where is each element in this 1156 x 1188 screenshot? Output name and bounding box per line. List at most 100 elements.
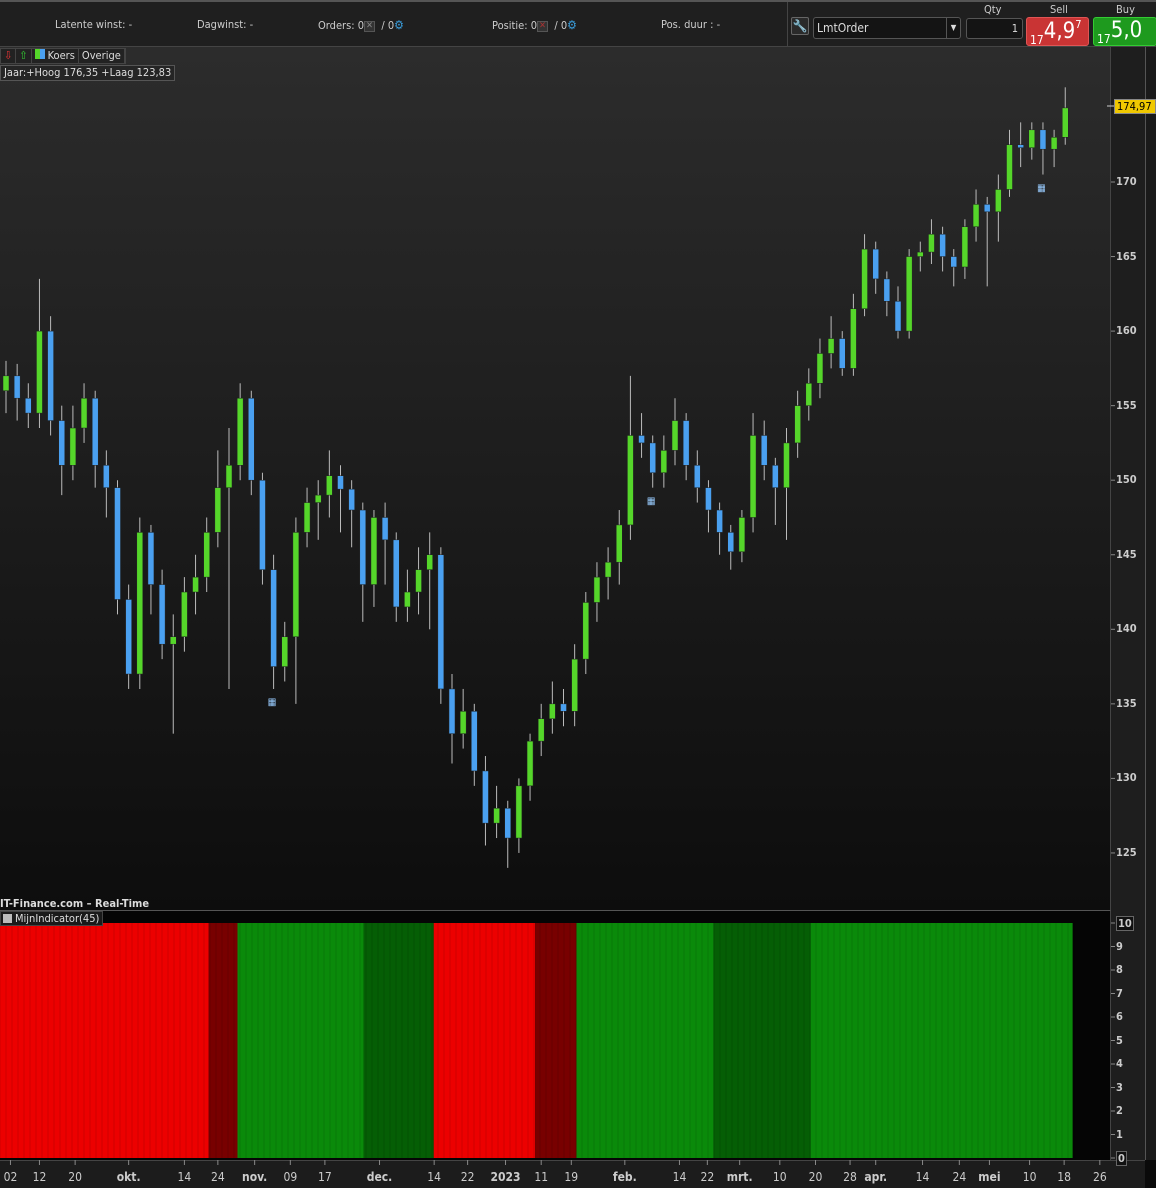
candle-down [471,711,478,772]
candle-down [872,248,879,280]
candle-down [560,703,567,712]
legend-koers[interactable]: Koers [32,49,79,63]
candle-up [203,532,210,578]
candle-down [337,475,344,490]
candle-down [649,442,656,473]
price-tick-label: 140 [1116,622,1137,636]
candle-down [25,397,32,414]
candle-down [393,539,400,608]
candle-up [593,576,601,603]
candle-up [1006,144,1013,190]
time-tick-label: 20 [68,1170,82,1184]
candle-up [225,465,233,488]
candle-up [627,435,634,526]
indicator-tick-label: 6 [1116,1010,1123,1023]
candle-up [827,338,835,354]
candle-up [314,494,322,503]
price-tick-label: 145 [1116,547,1137,561]
candle-up [493,807,500,824]
candle-up [36,330,43,414]
legend-overige[interactable]: Overige [79,49,125,63]
time-tick-label: 10 [772,1170,787,1184]
candle-up [526,740,534,787]
candle-down [1039,129,1047,150]
indicator-tick-label: 0 [1116,1151,1127,1166]
candle-down [270,569,277,667]
indicator-tick-label: 4 [1116,1057,1123,1070]
indicator-segment-bear [433,923,536,1158]
chart-canvas [0,87,1115,1165]
candle-down [482,770,489,824]
candle-down [248,397,255,481]
price-tick-label: 160 [1116,324,1137,338]
candle-up [972,204,980,227]
down-color-swatch [39,49,45,59]
download-icon[interactable]: ⇩ [1,49,17,63]
indicator-tick-label: 7 [1116,986,1123,1000]
indicator-tick-label: 3 [1116,1080,1123,1094]
candle-up [861,248,868,309]
candle-up [783,442,790,488]
calendar-event-icon[interactable]: ▦ [647,496,656,507]
time-tick-label: 18 [1057,1170,1071,1184]
candle-up [281,636,288,667]
time-tick-label: 10 [1022,1170,1037,1184]
price-tick-label: 135 [1116,696,1137,710]
year-high-low: Jaar:+Hoog 176,35 +Laag 123,83 [0,65,176,81]
indicator-legend[interactable]: MijnIndicator(45) [0,911,104,926]
price-tick-label: 170 [1116,175,1137,188]
candle-down [147,532,155,585]
candle-up [549,703,556,720]
upload-icon[interactable]: ⇧ [16,49,32,63]
candle-down [694,465,701,488]
time-tick-label: 22 [700,1170,715,1184]
candle-up [370,517,378,585]
candle-down [760,435,768,466]
candle-up [69,427,77,466]
calendar-event-icon[interactable]: ▦ [268,697,277,708]
candle-down [437,554,445,690]
time-tick-label: mrt. [726,1170,753,1184]
indicator-segment-bear [0,923,209,1158]
candle-down [58,420,65,466]
time-tick-label: nov. [242,1170,268,1184]
candle-down [1017,144,1024,148]
candle-up [515,785,523,839]
candle-up [616,524,623,563]
time-tick-label: apr. [864,1170,888,1184]
candle-up [181,591,188,638]
candle-up [738,517,746,553]
time-tick-label: 09 [283,1170,298,1184]
candle-up [214,487,222,533]
candle-up [426,554,433,570]
candle-up [326,475,333,496]
price-tick-label: 150 [1116,473,1137,487]
candle-down [638,435,645,444]
indicator-tick-label: 1 [1116,1127,1123,1141]
candle-up [1062,107,1069,138]
candle-down [772,465,779,488]
candle-up [582,602,590,660]
candle-up [850,308,857,369]
candle-up [170,636,177,645]
time-tick-label: dec. [366,1170,393,1184]
candle-down [47,330,54,421]
price-tick-label: 125 [1116,845,1137,859]
candle-down [448,688,456,734]
candle-down [381,517,389,541]
candle-up [604,561,612,578]
candle-down [259,479,266,570]
candle-up [404,591,411,608]
candle-down [103,465,110,488]
legend-koers-label: Koers [47,49,75,62]
candle-up [459,711,467,734]
candle-down [939,233,946,257]
time-tick-label: 20 [808,1170,823,1184]
candle-up [537,718,545,742]
calendar-event-icon[interactable]: ▦ [1037,183,1046,194]
candle-down [883,278,891,302]
time-tick-label: 11 [534,1170,549,1184]
candle-up [80,397,88,429]
price-tick-label: 165 [1116,249,1137,263]
chart-legend: ⇩ ⇧ Koers Overige [0,48,126,64]
